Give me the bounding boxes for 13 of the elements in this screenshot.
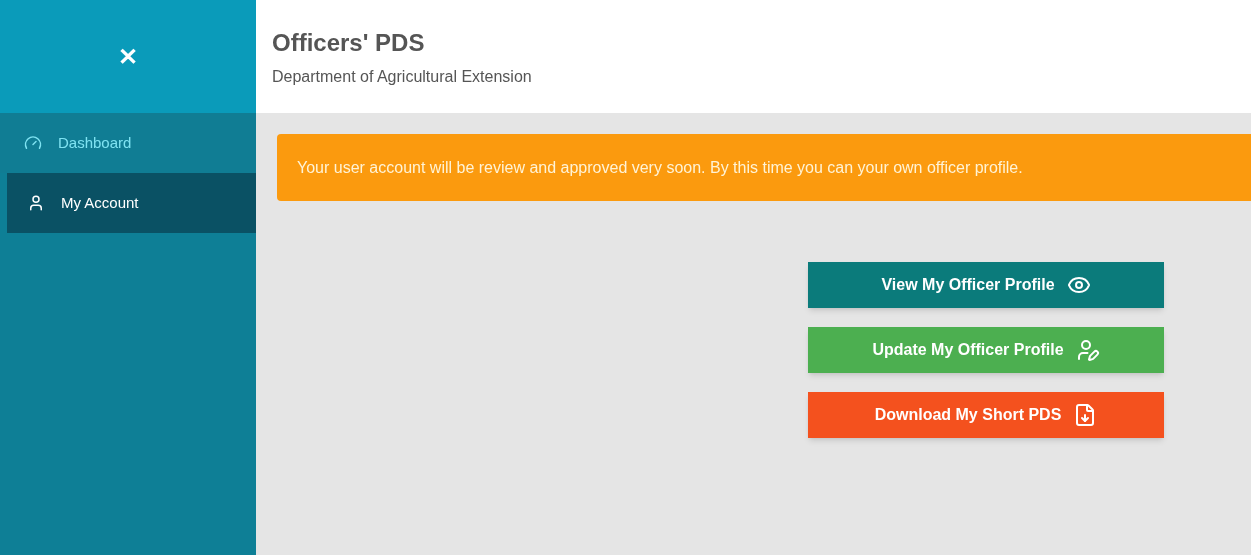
- sidebar-label: Dashboard: [58, 132, 132, 153]
- close-button[interactable]: ✕: [118, 40, 138, 73]
- alert-text: Your user account will be review and approved very soon. By this time you can your own officer profile.: [297, 157, 1023, 178]
- action-button[interactable]: Download My Short PDS: [808, 392, 1164, 438]
- user-edit-icon: [1075, 338, 1100, 362]
- sidebar-label: My Account: [61, 192, 139, 213]
- action-button[interactable]: Update My Officer Profile: [808, 327, 1164, 373]
- page-subtitle: Department of Agricultural Extension: [272, 66, 533, 87]
- sidebar-item[interactable]: My Account: [7, 173, 256, 233]
- user-icon: [27, 194, 45, 212]
- gauge-icon: [24, 134, 42, 152]
- action-button[interactable]: View My Officer Profile: [808, 262, 1164, 308]
- page-title: Officers' PDS: [272, 27, 426, 58]
